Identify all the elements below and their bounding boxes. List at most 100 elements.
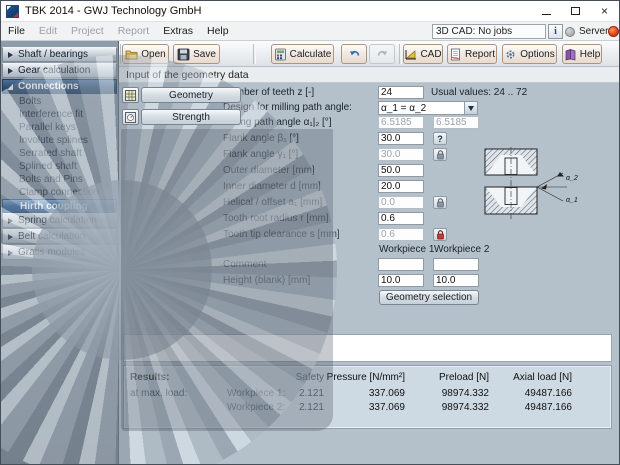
save-button[interactable]: Save [173, 44, 220, 64]
maximize-icon [571, 7, 580, 15]
sidebar-item-clamp-connection[interactable]: Clamp connection [1, 186, 118, 199]
sidebar-section-belt-calculation[interactable]: Belt calculation [2, 229, 117, 244]
close-button[interactable]: × [590, 1, 619, 21]
section-header: Input of the geometry data [119, 67, 620, 83]
height-blank-workpiece2-input[interactable] [433, 274, 479, 287]
workpiece-2-column-label: Workpiece 2 [434, 244, 489, 255]
sidebar-section-label: Belt calculation [18, 231, 85, 242]
results-panel: Results: Safety at max. load: Workpiece … [123, 365, 612, 429]
design-milling-dropdown[interactable]: α_1 = α_2 [378, 101, 478, 115]
sidebar: Shaft / bearings Gear calculation Connec… [1, 41, 119, 465]
alpha2-label: α_2 [566, 175, 578, 182]
height-blank-workpiece1-input[interactable] [378, 274, 424, 287]
sidebar-item-splined-shaft[interactable]: Splined shaft [1, 160, 118, 173]
help-button[interactable]: Help [562, 44, 602, 64]
open-button[interactable]: Open [122, 44, 169, 64]
flank-angle-gamma-input [378, 148, 424, 161]
toolbar-separator [399, 44, 402, 64]
menu-help[interactable]: Help [200, 22, 236, 40]
sidebar-item-hirth-coupling[interactable]: Hirth coupling [2, 199, 117, 213]
outer-diameter-input[interactable] [378, 164, 424, 177]
toolbar-separator [253, 44, 256, 64]
info-button[interactable]: i [548, 24, 563, 39]
sidebar-item-involute-splines[interactable]: Involute splines [1, 134, 118, 147]
sidebar-section-gear-calculation[interactable]: Gear calculation [2, 63, 117, 78]
message-field[interactable] [123, 334, 612, 362]
cad-icon [404, 48, 417, 61]
sidebar-section-shaft-bearings[interactable]: Shaft / bearings [2, 47, 117, 62]
undo-button[interactable] [341, 44, 367, 64]
sidebar-item-parallel-keys[interactable]: Parallel keys [1, 121, 118, 134]
red-lock-icon [436, 230, 445, 240]
label-flank-angle-beta: Flank angle β₁ [°] [223, 133, 299, 144]
flank-angle-lock-button[interactable] [433, 148, 447, 161]
sidebar-item-serrated-shaft[interactable]: Serrated shaft [1, 147, 118, 160]
maximize-button[interactable] [561, 1, 590, 21]
menu-edit: Edit [32, 22, 64, 40]
helical-offset-lock-button[interactable] [433, 196, 447, 209]
report-button-label: Report [465, 49, 495, 60]
sidebar-item-interference-fit[interactable]: Interference fit [1, 108, 118, 121]
flank-angle-beta-input[interactable] [378, 132, 424, 145]
lock-icon [436, 198, 445, 208]
calculate-button[interactable]: Calculate [271, 44, 334, 64]
milling-angle-2-input [433, 116, 479, 129]
grid-icon [125, 90, 136, 101]
window-title: TBK 2014 - GWJ Technology GmbH [25, 5, 201, 17]
label-design-milling: Design for milling path angle: [223, 102, 352, 113]
sidebar-item-bolts[interactable]: Bolts [1, 95, 118, 108]
options-button-label: Options [520, 49, 554, 60]
sidebar-section-gratis-modules[interactable]: Gratis modules [2, 245, 117, 260]
redo-icon [376, 48, 389, 61]
results-title: Results: [130, 372, 169, 383]
cad-button[interactable]: CAD [403, 44, 443, 64]
menu-file[interactable]: File [1, 22, 32, 40]
inner-diameter-input[interactable] [378, 180, 424, 193]
label-flank-angle-gamma: Flank angle γ₁ [°] [223, 149, 298, 160]
report-document-icon [449, 48, 462, 61]
pressure-value-wp1: 337.069 [315, 388, 405, 399]
preload-value-wp2: 98974.332 [399, 402, 489, 413]
comment-workpiece2-input[interactable] [433, 258, 479, 271]
title-bar: TBK 2014 - GWJ Technology GmbH × [1, 1, 619, 22]
helical-offset-input [378, 196, 424, 209]
chevron-right-icon [8, 234, 13, 240]
label-tooth-tip-clearance: Tooth tip clearance s [mm] [223, 229, 340, 240]
dropdown-arrow-button[interactable] [464, 102, 477, 114]
options-gear-icon [504, 48, 517, 61]
options-button[interactable]: Options [502, 44, 557, 64]
tooth-tip-clearance-lock-button[interactable] [433, 228, 447, 241]
usual-values-note: Usual values: 24 .. 72 [431, 87, 527, 98]
cad-status-indicator [565, 27, 575, 37]
geometry-selection-button[interactable]: Geometry selection [379, 290, 479, 305]
comment-workpiece1-input[interactable] [378, 258, 424, 271]
design-milling-value: α_1 = α_2 [381, 103, 426, 114]
menu-extras[interactable]: Extras [156, 22, 200, 40]
preload-column-header: Preload [N] [399, 372, 489, 383]
main-panel: Geometry Strength Number of teeth z [-] … [119, 83, 620, 465]
geometry-tab[interactable]: Geometry [141, 87, 241, 103]
number-of-teeth-input[interactable] [378, 86, 424, 99]
sidebar-section-connections[interactable]: Connections [2, 79, 117, 94]
tooth-root-radius-input[interactable] [378, 212, 424, 225]
geometry-tab-icon-button[interactable] [122, 87, 139, 103]
flank-angle-help-button[interactable]: ? [433, 132, 447, 145]
label-helical-offset: Helical / offset a₁ [mm] [223, 197, 322, 208]
label-tooth-root-radius: Tooth root radius r [mm] [223, 213, 329, 224]
sidebar-section-label: Gratis modules [18, 247, 85, 258]
sidebar-section-spring-calculation[interactable]: Spring calculation [2, 213, 117, 228]
chevron-right-icon [8, 250, 13, 256]
strength-tab-icon-button[interactable] [122, 109, 139, 125]
pressure-column-header: Pressure [N/mm²] [315, 372, 405, 383]
strength-tab[interactable]: Strength [141, 109, 241, 125]
label-height-blank: Height (blank) [mm] [223, 275, 310, 286]
minimize-button[interactable] [532, 1, 561, 21]
server-status-indicator [608, 26, 619, 37]
workpiece-1-column-label: Workpiece 1 [379, 244, 434, 255]
sidebar-item-bolts-and-pins[interactable]: Bolts and Pins [1, 173, 118, 186]
menu-project: Project [64, 22, 111, 40]
axial-load-value-wp2: 49487.166 [482, 402, 572, 413]
menu-report: Report [111, 22, 157, 40]
sidebar-section-label: Gear calculation [18, 65, 90, 76]
report-button[interactable]: Report [447, 44, 497, 64]
